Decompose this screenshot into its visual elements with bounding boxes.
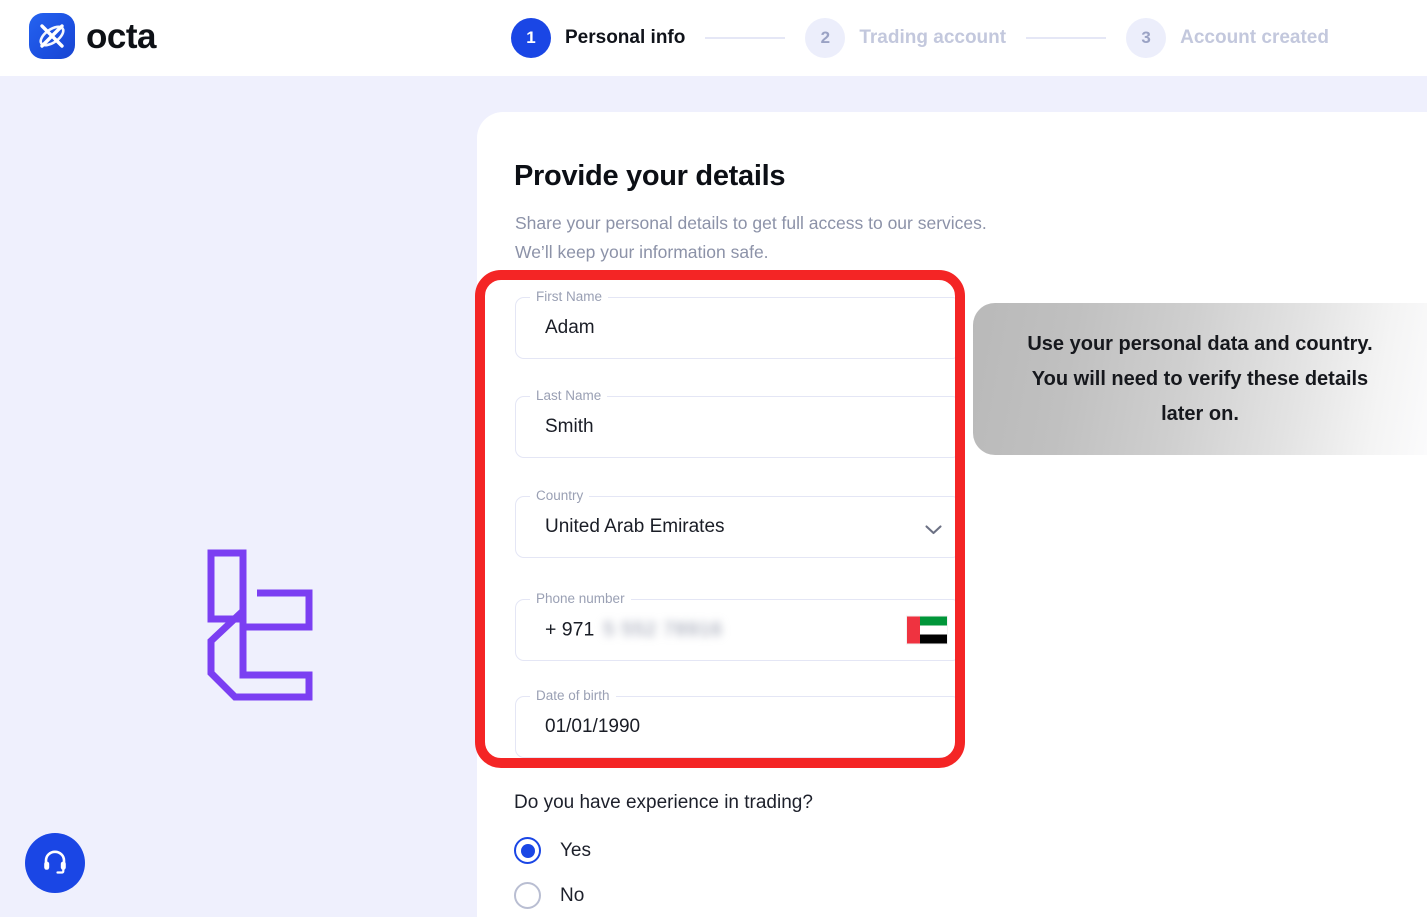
experience-question-label: Do you have experience in trading? — [514, 792, 813, 813]
first-name-value: Adam — [545, 317, 595, 338]
step-trading-account[interactable]: 2 Trading account — [805, 18, 1006, 58]
radio-yes-indicator[interactable] — [514, 837, 541, 864]
radio-no-indicator[interactable] — [514, 882, 541, 909]
step-3-number: 3 — [1126, 18, 1167, 58]
step-3-label: Account created — [1180, 27, 1329, 48]
page-root: octa 1 Personal info 2 Trading account 3… — [0, 0, 1427, 917]
progress-stepper: 1 Personal info 2 Trading account 3 Acco… — [511, 18, 1329, 58]
last-name-label: Last Name — [530, 388, 608, 403]
date-of-birth-field[interactable]: Date of birth 01/01/1990 — [515, 688, 961, 758]
support-chat-button[interactable] — [25, 833, 85, 893]
phone-number-value: + 971 5 552 78916 — [545, 619, 723, 642]
step-account-created[interactable]: 3 Account created — [1126, 18, 1329, 58]
phone-country-prefix: + 971 — [545, 618, 595, 641]
radio-yes-label: Yes — [560, 839, 591, 861]
radio-no-label: No — [560, 884, 585, 906]
purple-abstract-glyph-icon — [205, 545, 315, 710]
country-select[interactable]: Country United Arab Emirates — [515, 488, 961, 558]
uae-flag-icon — [907, 616, 947, 644]
chevron-down-icon[interactable] — [925, 522, 942, 535]
step-1-label: Personal info — [565, 27, 686, 48]
page-subtitle: Share your personal details to get full … — [515, 209, 987, 267]
first-name-field[interactable]: First Name Adam — [515, 289, 961, 359]
page-title: Provide your details — [514, 160, 786, 192]
tooltip-text: Use your personal data and country. You … — [1027, 332, 1373, 425]
last-name-field[interactable]: Last Name Smith — [515, 388, 961, 458]
radio-option-no[interactable]: No — [514, 882, 584, 909]
step-connector-1 — [705, 37, 786, 39]
date-of-birth-label: Date of birth — [530, 688, 616, 703]
step-1-number: 1 — [511, 18, 551, 58]
step-2-number: 2 — [805, 18, 846, 58]
step-connector-2 — [1026, 37, 1107, 39]
last-name-value: Smith — [545, 416, 594, 437]
step-2-label: Trading account — [859, 27, 1007, 48]
subtitle-line-1: Share your personal details to get full … — [515, 213, 987, 233]
brand-logo[interactable]: octa — [29, 13, 156, 59]
country-label: Country — [530, 488, 590, 503]
first-name-label: First Name — [530, 289, 609, 304]
country-value: United Arab Emirates — [545, 516, 725, 537]
date-of-birth-value: 01/01/1990 — [545, 716, 641, 737]
radio-option-yes[interactable]: Yes — [514, 837, 591, 864]
phone-number-label: Phone number — [530, 591, 631, 606]
phone-number-masked-digits: 5 552 78916 — [603, 618, 723, 641]
phone-number-field[interactable]: Phone number + 971 5 552 78916 — [515, 591, 961, 661]
brand-name: octa — [86, 16, 156, 56]
subtitle-line-2: We’ll keep your information safe. — [515, 242, 769, 262]
tooltip-callout: Use your personal data and country. You … — [973, 303, 1427, 455]
octa-logo-icon — [29, 13, 75, 59]
headset-icon — [41, 847, 69, 880]
app-header: octa 1 Personal info 2 Trading account 3… — [0, 0, 1427, 76]
step-personal-info[interactable]: 1 Personal info — [511, 18, 685, 58]
